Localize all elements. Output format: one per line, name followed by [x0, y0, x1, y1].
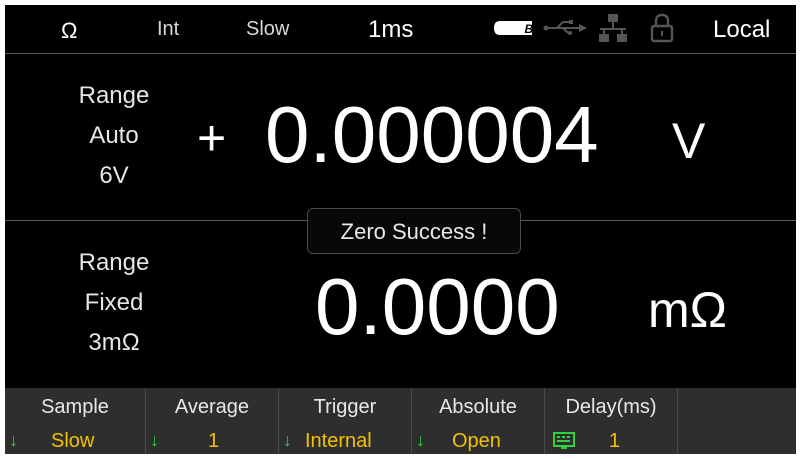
- softkey-average-label: Average: [174, 396, 250, 418]
- softkey-empty[interactable]: [678, 388, 796, 454]
- softkey-delay[interactable]: Delay(ms) 1: [545, 388, 678, 454]
- resistance-reading: 0.0000: [315, 262, 560, 351]
- interval-status: 1ms: [368, 16, 414, 43]
- resistance-unit: mΩ: [648, 282, 728, 338]
- voltage-unit: V: [672, 113, 706, 169]
- battery-label: B: [525, 22, 534, 36]
- arrow-down-icon: ↓: [283, 430, 292, 450]
- voltage-range-mode: Auto: [89, 122, 139, 149]
- softkey-absolute-value: Open: [452, 430, 501, 452]
- divider: [5, 53, 796, 54]
- battery-icon: B: [494, 20, 534, 41]
- softkey-trigger-value: Internal: [305, 430, 372, 452]
- keypad-icon: [553, 432, 575, 454]
- softkey-absolute[interactable]: Absolute ↓ Open: [412, 388, 545, 454]
- resistance-range-value: 3mΩ: [88, 329, 140, 356]
- usb-icon: [543, 19, 587, 42]
- resistance-range-mode: Fixed: [84, 289, 144, 316]
- softkey-trigger[interactable]: Trigger ↓ Internal: [279, 388, 412, 454]
- voltage-range-title: Range: [78, 82, 150, 109]
- voltage-range-block[interactable]: Range Auto 6V: [55, 76, 173, 196]
- network-icon: [598, 13, 628, 48]
- zero-success-toast: Zero Success !: [307, 208, 521, 254]
- resistance-range-title: Range: [78, 249, 150, 276]
- voltage-range-value: 6V: [99, 162, 129, 189]
- softkey-delay-label: Delay(ms): [565, 396, 657, 418]
- softkey-average-value: 1: [208, 430, 220, 452]
- speed-status: Slow: [246, 18, 290, 40]
- arrow-down-icon: ↓: [150, 430, 159, 450]
- arrow-down-icon: ↓: [416, 430, 425, 450]
- trigger-source-status: Int: [157, 18, 180, 40]
- toast-message: Zero Success !: [340, 219, 488, 244]
- resistance-range-block[interactable]: Range Fixed 3mΩ: [55, 243, 173, 363]
- softkey-sample[interactable]: Sample ↓ Slow: [5, 388, 146, 454]
- arrow-down-icon: ↓: [9, 430, 18, 450]
- softkey-sample-label: Sample: [41, 396, 109, 418]
- instrument-screen: Ω Int Slow 1ms B Local Range Auto 6V + 0…: [5, 5, 796, 454]
- softkey-absolute-label: Absolute: [439, 396, 517, 418]
- lock-icon: [650, 13, 674, 48]
- softkey-sample-value: Slow: [51, 430, 95, 452]
- softkey-average[interactable]: Average ↓ 1: [146, 388, 279, 454]
- softkey-bar: Sample ↓ Slow Average ↓ 1 Trigger ↓ Inte…: [5, 388, 796, 454]
- remote-local-status[interactable]: Local: [713, 16, 770, 44]
- softkey-trigger-label: Trigger: [313, 396, 377, 418]
- measure-mode[interactable]: Ω: [61, 18, 77, 44]
- voltage-reading: 0.000004: [265, 90, 599, 179]
- voltage-sign: +: [197, 110, 227, 166]
- softkey-delay-value: 1: [609, 430, 621, 452]
